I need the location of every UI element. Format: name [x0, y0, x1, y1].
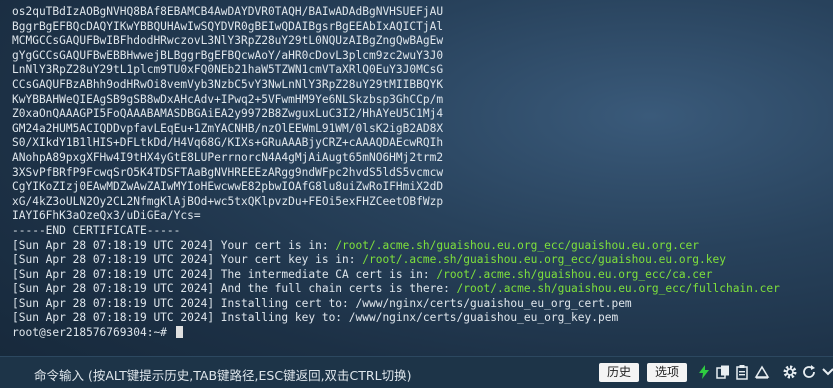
cert-line: KwYBBAHWeQIEAgSB9gSB8wDxAHcAdv+IPwq2+5VF…	[12, 92, 444, 106]
cert-line: MCMGCCsGAQUFBwIBFhdodHRwczovL3NlY3RpZ28u…	[12, 34, 444, 48]
clear-icon[interactable]	[754, 364, 770, 380]
cert-line: S0/XIkdY1B1lHIS+DFLtkDd/H4Vq68G/KIXs+GRu…	[12, 136, 444, 150]
options-button[interactable]: 选项	[647, 363, 687, 382]
log-text: [Sun Apr 28 07:18:19 UTC 2024] Your cert…	[12, 253, 363, 267]
log-text: [Sun Apr 28 07:18:19 UTC 2024] Installin…	[12, 296, 632, 310]
terminal-lines: os2quTBdIzAOBgNVHQ8BAf8EBAMCB4AwDAYDVR0T…	[12, 5, 780, 341]
cert-line: CgYIKoZIzj0EAwMDZwAwZAIwMYIoHEwcwwE82pbw…	[12, 180, 444, 194]
terminal-cursor	[175, 326, 183, 339]
log-line: [Sun Apr 28 07:18:19 UTC 2024] Installin…	[12, 297, 780, 312]
cert-line: BggrBgEFBQcDAQYIKwYBBQUHAwIwSQYDVR0gBEIw…	[12, 19, 444, 33]
log-path: /root/.acme.sh/guaishou.eu.org_ecc/fullc…	[456, 282, 780, 296]
cert-line: gYgGCCsGAQUFBwEBBHwwejBLBggrBgEFBQcwAoY/…	[12, 48, 444, 62]
cert-line: -----END CERTIFICATE-----	[12, 223, 181, 237]
log-text: [Sun Apr 28 07:18:19 UTC 2024] The inter…	[12, 267, 437, 281]
cert-line: CCsGAQUFBzABhh9odHRwOi8vemVyb3NzbC5vY3Nw…	[12, 77, 444, 91]
log-line: [Sun Apr 28 07:18:19 UTC 2024] Your cert…	[12, 253, 780, 268]
log-path: /root/.acme.sh/guaishou.eu.org_ecc/guais…	[335, 238, 700, 252]
command-input[interactable]: 命令输入 (按ALT键提示历史,TAB键路径,ESC键返回,双击CTRL切换)	[34, 365, 411, 384]
log-line: [Sun Apr 28 07:18:19 UTC 2024] The inter…	[12, 268, 780, 283]
log-text: [Sun Apr 28 07:18:19 UTC 2024] Installin…	[12, 311, 619, 325]
log-line: [Sun Apr 28 07:18:19 UTC 2024] And the f…	[12, 282, 780, 297]
more-icon[interactable]	[820, 364, 833, 380]
copy-icon[interactable]	[715, 364, 731, 380]
cert-line: os2quTBdIzAOBgNVHQ8BAf8EBAMCB4AwDAYDVR0T…	[12, 5, 444, 18]
log-line: [Sun Apr 28 07:18:19 UTC 2024] Installin…	[12, 311, 780, 326]
paste-icon[interactable]	[734, 364, 750, 380]
refresh-icon[interactable]	[801, 364, 817, 380]
terminal-output[interactable]: os2quTBdIzAOBgNVHQ8BAf8EBAMCB4AwDAYDVR0T…	[0, 0, 833, 356]
cert-line: LnNlY3RpZ28uY29tL1plcm9TU0xFQ0NEb21haW5T…	[12, 63, 444, 77]
cert-line: IAYI6FhK3aOzeQx3/uDiGEa/Ycs=	[12, 209, 201, 223]
cert-line: GM24a2HUM5ACIQDDvpfavLEqEu+1ZmYACNHB/nzO…	[12, 121, 444, 135]
shell-prompt-line: root@ser218576769304:~#	[12, 326, 780, 341]
log-path: /root/.acme.sh/guaishou.eu.org_ecc/guais…	[362, 253, 726, 267]
log-text: [Sun Apr 28 07:18:19 UTC 2024] Your cert…	[12, 238, 336, 252]
cert-line: xG/4kZ3oULN2Oy2CL2NfmgKlAjBOd+wc5txQKlpv…	[12, 194, 444, 208]
settings-icon[interactable]	[782, 364, 798, 380]
cert-line: Z0xaOnQAAAGPI5FoQAAABAMASDBGAiEA2y9972B8…	[12, 107, 444, 121]
lightning-icon[interactable]	[696, 364, 712, 380]
log-path: /root/.acme.sh/guaishou.eu.org_ecc/ca.ce…	[436, 267, 713, 281]
shell-prompt: root@ser218576769304:~#	[12, 326, 174, 340]
cert-line: ANohpA89pxgXFHw4I9tHX4yGtE8LUPerrnorcN4A…	[12, 150, 444, 164]
history-button[interactable]: 历史	[599, 363, 639, 382]
command-bar: 命令输入 (按ALT键提示历史,TAB键路径,ESC键返回,双击CTRL切换) …	[0, 356, 833, 388]
log-text: [Sun Apr 28 07:18:19 UTC 2024] And the f…	[12, 282, 457, 296]
log-line: [Sun Apr 28 07:18:19 UTC 2024] Your cert…	[12, 239, 780, 254]
cert-line: 3XSvPfBRfP9FcwqSrO5K4TDSFTAaBgNVHREEEzAR…	[12, 165, 444, 179]
